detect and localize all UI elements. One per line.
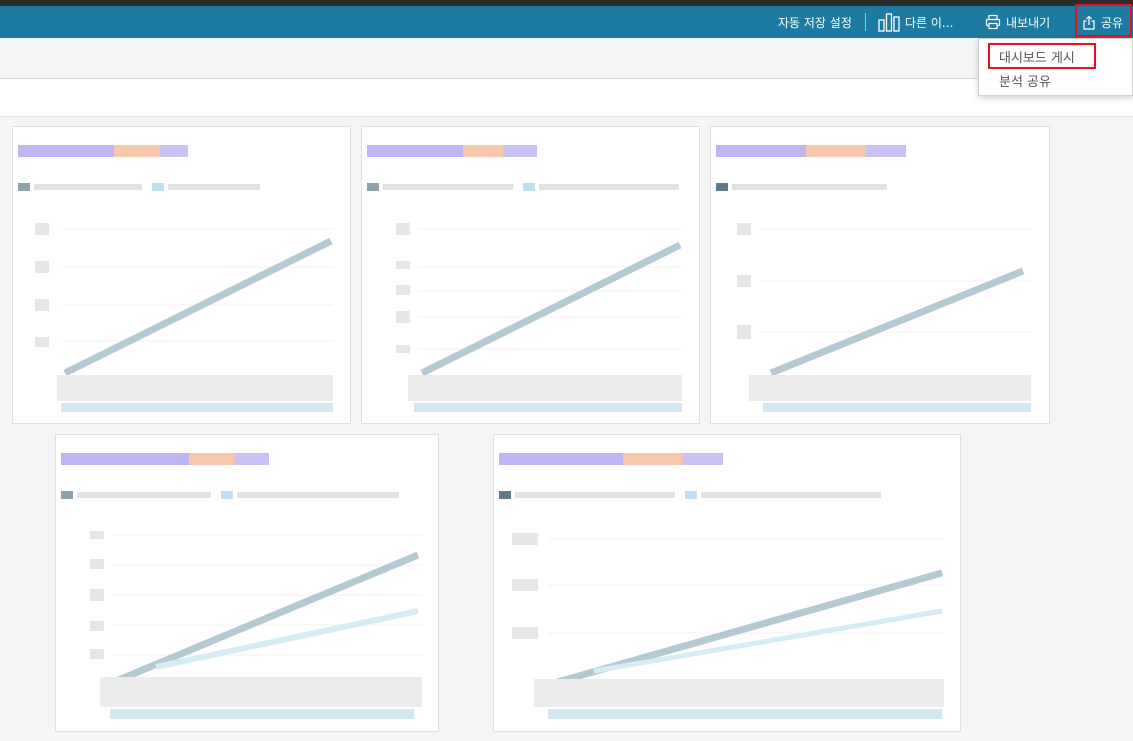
card-plot [737,223,1031,412]
publish-dashboard-highlight-box [988,43,1096,69]
top-toolbar: 자동 저장 설정 다른 이... 내보내기 공유 [0,6,1133,38]
other-view-button[interactable]: 다른 이... [878,6,953,38]
filter-bar [0,79,1133,117]
chart-card-5[interactable] [493,434,961,732]
toolbar-divider [865,13,866,31]
other-view-label: 다른 이... [905,15,954,30]
autosave-settings-label: 자동 저장 설정 [778,15,852,30]
share-analysis-item[interactable]: 분석 공유 [979,69,1133,91]
share-dropdown-menu: 대시보드 게시 분석 공유 [978,38,1133,96]
share-analysis-label: 분석 공유 [999,74,1051,90]
share-highlight-box [1075,4,1132,37]
export-button[interactable]: 내보내기 [985,6,1050,38]
bar-chart-icon [878,12,900,32]
card-plot [396,223,682,412]
chart-card-4[interactable] [55,434,439,732]
chart-card-1[interactable] [12,126,351,424]
chart-card-2[interactable] [361,126,700,424]
chart-card-3[interactable] [710,126,1050,424]
card-plot [90,531,422,719]
secondary-toolbar [0,38,1133,79]
dashboard-canvas [0,118,1133,741]
printer-icon [985,14,1001,30]
card-plot [35,223,333,412]
autosave-settings-button[interactable]: 자동 저장 설정 [778,6,852,38]
export-label: 내보내기 [1006,15,1051,30]
card-plot [512,533,944,719]
